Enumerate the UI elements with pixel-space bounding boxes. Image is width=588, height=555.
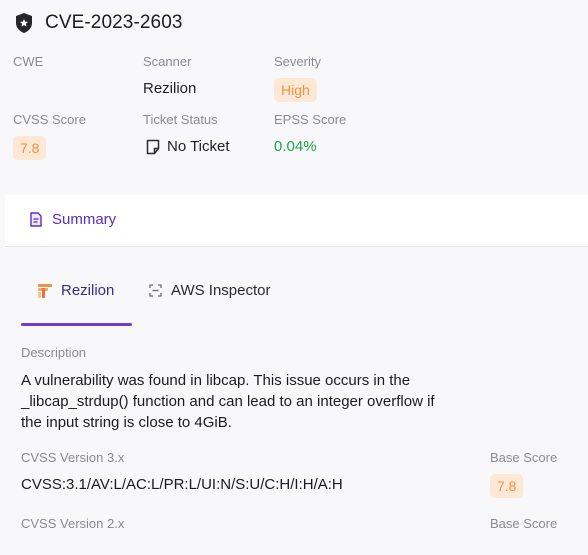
cvss-score-badge: 7.8: [13, 136, 47, 160]
rezilion-logo-icon: [38, 283, 52, 298]
epss-score-value: 0.04%: [274, 138, 317, 155]
document-icon: [30, 212, 42, 227]
cvss3-label: CVSS Version 3.x: [21, 450, 125, 465]
sticky-note-icon: [146, 139, 160, 154]
cwe-label: CWE: [13, 54, 44, 69]
tab-rezilion-label: Rezilion: [61, 282, 115, 299]
scan-frame-icon: [149, 284, 162, 297]
severity-label: Severity: [274, 54, 321, 69]
vulnerability-header: CVE-2023-2603 CWE Scanner Rezilion Sever…: [0, 0, 588, 176]
tab-aws-inspector-label: AWS Inspector: [171, 282, 271, 299]
summary-tab-label: Summary: [52, 211, 117, 228]
page-title: CVE-2023-2603: [45, 12, 183, 33]
details-section: Rezilion AWS Inspector Description A vul…: [0, 247, 588, 555]
title-row: CVE-2023-2603: [15, 12, 183, 34]
tab-summary[interactable]: Summary: [29, 211, 116, 228]
description-label: Description: [21, 345, 87, 360]
base-score-label: Base Score: [490, 450, 558, 465]
ticket-status-label: Ticket Status: [143, 112, 218, 127]
active-tab-indicator: [21, 323, 132, 326]
scanner-label: Scanner: [143, 54, 192, 69]
tab-aws-inspector[interactable]: AWS Inspector: [149, 282, 270, 299]
ticket-status-value: No Ticket: [167, 138, 230, 155]
base-score-badge: 7.8: [490, 474, 524, 498]
cvss-score-label: CVSS Score: [13, 112, 86, 127]
summary-panel: Summary: [5, 195, 588, 247]
scanner-value: Rezilion: [143, 80, 197, 97]
description-text: A vulnerability was found in libcap. Thi…: [21, 372, 435, 431]
tab-rezilion[interactable]: Rezilion: [38, 282, 114, 299]
ticket-status[interactable]: No Ticket: [145, 138, 230, 155]
cvss3-vector: CVSS:3.1/AV:L/AC:L/PR:L/UI:N/S:U/C:H/I:H…: [21, 476, 343, 493]
severity-badge: High: [274, 78, 317, 102]
base-score2-label: Base Score: [490, 516, 558, 531]
shield-star-icon: [16, 13, 32, 33]
cvss2-label: CVSS Version 2.x: [21, 516, 125, 531]
epss-score-label: EPSS Score: [274, 112, 347, 127]
